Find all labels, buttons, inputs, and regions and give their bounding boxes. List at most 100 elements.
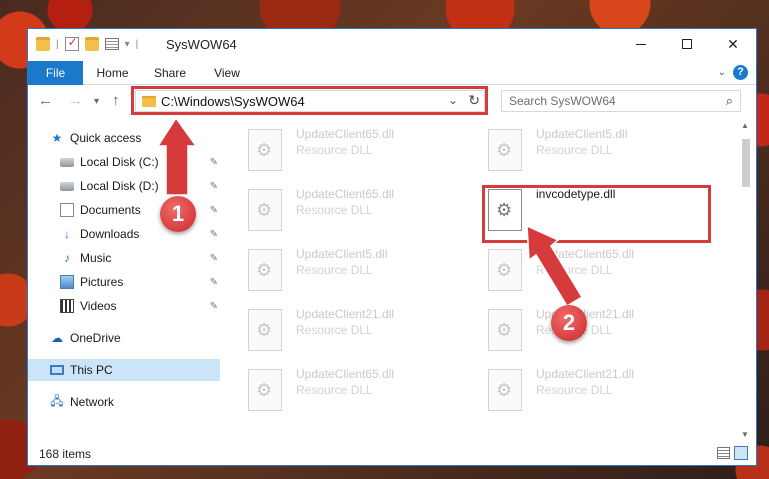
pin-icon[interactable]: ✎ bbox=[210, 229, 218, 240]
expand-ribbon-icon[interactable]: ⌄ bbox=[718, 67, 726, 78]
file-name: UpdateClient65.dll bbox=[296, 367, 395, 381]
file-name: UpdateClient5.dll bbox=[296, 247, 388, 261]
sidebar-item-label: Documents bbox=[80, 203, 141, 217]
quick-access-toolbar: | ▾ | bbox=[36, 35, 139, 51]
file-tile[interactable]: UpdateClient5.dll Resource DLL bbox=[478, 125, 698, 177]
back-arrow-icon[interactable]: ← bbox=[38, 92, 53, 109]
step-1-badge: 1 bbox=[160, 196, 196, 232]
chevron-down-icon[interactable]: ⌄ bbox=[448, 93, 458, 107]
pin-icon[interactable]: ✎ bbox=[210, 181, 218, 192]
vertical-scrollbar[interactable]: ▲ ▼ bbox=[739, 121, 753, 439]
up-arrow-icon[interactable]: ↑ bbox=[112, 92, 120, 109]
sidebar-item-pictures[interactable]: Pictures ✎ bbox=[28, 271, 220, 293]
file-tile[interactable]: UpdateClient65.dll Resource DLL bbox=[238, 365, 458, 417]
tab-view[interactable]: View bbox=[206, 61, 248, 85]
close-icon: ✕ bbox=[727, 35, 739, 52]
search-input[interactable]: Search SysWOW64 ⌕ bbox=[501, 90, 741, 112]
navigation-bar: ← → ▾ ↑ C:\Windows\SysWOW64 ⌄ ↻ Search S… bbox=[28, 86, 756, 116]
dll-file-icon bbox=[488, 129, 522, 171]
pin-icon[interactable]: ✎ bbox=[210, 301, 218, 312]
navigation-pane: ★ Quick access Local Disk (C:) ✎ Local D… bbox=[28, 125, 220, 435]
network-icon: 🖧 bbox=[50, 393, 64, 408]
dll-file-icon bbox=[248, 249, 282, 291]
details-view-icon[interactable] bbox=[717, 447, 730, 459]
properties-check-icon[interactable] bbox=[64, 35, 79, 51]
toolbar-customize-icon[interactable] bbox=[104, 38, 119, 50]
tab-home[interactable]: Home bbox=[90, 61, 135, 85]
file-tile-invcodetype[interactable]: invcodetype.dll bbox=[478, 185, 698, 237]
document-icon bbox=[60, 203, 74, 217]
close-button[interactable]: ✕ bbox=[710, 29, 756, 59]
status-bar: 168 items bbox=[28, 443, 756, 465]
file-tile[interactable]: UpdateClient65.dll Resource DLL bbox=[238, 185, 458, 237]
file-tile[interactable]: UpdateClient21.dll Resource DLL bbox=[478, 305, 698, 357]
dll-file-icon bbox=[248, 129, 282, 171]
file-name: UpdateClient65.dll bbox=[296, 187, 395, 201]
pin-icon[interactable]: ✎ bbox=[210, 277, 218, 288]
sidebar-item-label: This PC bbox=[70, 363, 113, 377]
pin-icon[interactable]: ✎ bbox=[210, 205, 218, 216]
folder-icon[interactable] bbox=[36, 37, 50, 51]
dll-file-icon bbox=[248, 189, 282, 231]
sidebar-item-network[interactable]: 🖧 Network bbox=[28, 391, 220, 413]
computer-icon bbox=[50, 365, 64, 375]
sidebar-item-quick-access[interactable]: ★ Quick access bbox=[28, 127, 220, 149]
folder-icon bbox=[142, 95, 156, 107]
music-icon: ♪ bbox=[64, 251, 70, 265]
sidebar-item-label: Downloads bbox=[80, 227, 140, 241]
sidebar-item-videos[interactable]: Videos ✎ bbox=[28, 295, 220, 317]
drive-icon bbox=[60, 181, 74, 191]
ribbon-tabs: File Home Share View ⌄ ? bbox=[28, 61, 756, 85]
scroll-up-icon[interactable]: ▲ bbox=[741, 121, 749, 130]
cloud-icon: ☁ bbox=[51, 331, 63, 345]
scrollbar-thumb[interactable] bbox=[742, 139, 750, 187]
pin-icon[interactable]: ✎ bbox=[210, 253, 218, 264]
pin-icon[interactable]: ✎ bbox=[210, 157, 218, 168]
picture-icon bbox=[60, 275, 74, 289]
maximize-button[interactable] bbox=[664, 29, 710, 59]
minimize-icon bbox=[636, 43, 646, 45]
forward-arrow-icon[interactable]: → bbox=[68, 92, 83, 109]
sidebar-item-this-pc[interactable]: This PC bbox=[28, 359, 220, 381]
dll-file-icon bbox=[488, 249, 522, 291]
file-tile[interactable]: UpdateClient65.dll Resource DLL bbox=[238, 125, 458, 177]
recent-locations-icon[interactable]: ▾ bbox=[94, 96, 99, 107]
scroll-down-icon[interactable]: ▼ bbox=[741, 430, 749, 439]
explorer-window: | ▾ | SysWOW64 ✕ File Home Share View ⌄ … bbox=[27, 28, 757, 466]
file-list: UpdateClient65.dll Resource DLL UpdateCl… bbox=[238, 125, 738, 435]
sidebar-item-local-disk-d[interactable]: Local Disk (D:) ✎ bbox=[28, 175, 220, 197]
sidebar-item-music[interactable]: ♪ Music ✎ bbox=[28, 247, 220, 269]
tiles-view-icon[interactable] bbox=[734, 446, 748, 460]
address-path[interactable]: C:\Windows\SysWOW64 bbox=[161, 94, 305, 109]
star-icon: ★ bbox=[51, 131, 63, 145]
address-bar[interactable]: C:\Windows\SysWOW64 ⌄ ↻ bbox=[135, 90, 485, 112]
file-tile[interactable]: UpdateClient65.dll Resource DLL bbox=[478, 245, 698, 297]
sidebar-item-label: Pictures bbox=[80, 275, 124, 289]
tab-file[interactable]: File bbox=[28, 61, 83, 85]
tab-share[interactable]: Share bbox=[146, 61, 194, 85]
minimize-button[interactable] bbox=[618, 29, 664, 59]
video-icon bbox=[60, 299, 74, 313]
title-bar: | ▾ | SysWOW64 ✕ bbox=[28, 29, 756, 61]
window-title: SysWOW64 bbox=[166, 37, 237, 52]
sidebar-item-label: Network bbox=[70, 395, 115, 409]
file-type: Resource DLL bbox=[536, 383, 613, 397]
dll-file-icon bbox=[488, 309, 522, 351]
file-type: Resource DLL bbox=[296, 143, 373, 157]
file-tile[interactable]: UpdateClient21.dll Resource DLL bbox=[478, 365, 698, 417]
new-folder-icon[interactable] bbox=[84, 37, 99, 51]
dropdown-icon[interactable]: ▾ bbox=[125, 39, 130, 50]
help-icon[interactable]: ? bbox=[733, 65, 748, 80]
file-tile[interactable]: UpdateClient21.dll Resource DLL bbox=[238, 305, 458, 357]
file-name: UpdateClient65.dll bbox=[536, 247, 635, 261]
search-icon[interactable]: ⌕ bbox=[726, 91, 733, 111]
sidebar-item-downloads[interactable]: ↓ Downloads ✎ bbox=[28, 223, 220, 245]
sidebar-item-label: OneDrive bbox=[70, 331, 121, 345]
sidebar-item-onedrive[interactable]: ☁ OneDrive bbox=[28, 327, 220, 349]
file-tile[interactable]: UpdateClient5.dll Resource DLL bbox=[238, 245, 458, 297]
file-type: Resource DLL bbox=[296, 203, 373, 217]
dll-file-icon bbox=[248, 369, 282, 411]
refresh-icon[interactable]: ↻ bbox=[468, 92, 480, 109]
separator: | bbox=[135, 38, 139, 50]
sidebar-item-local-disk-c[interactable]: Local Disk (C:) ✎ bbox=[28, 151, 220, 173]
